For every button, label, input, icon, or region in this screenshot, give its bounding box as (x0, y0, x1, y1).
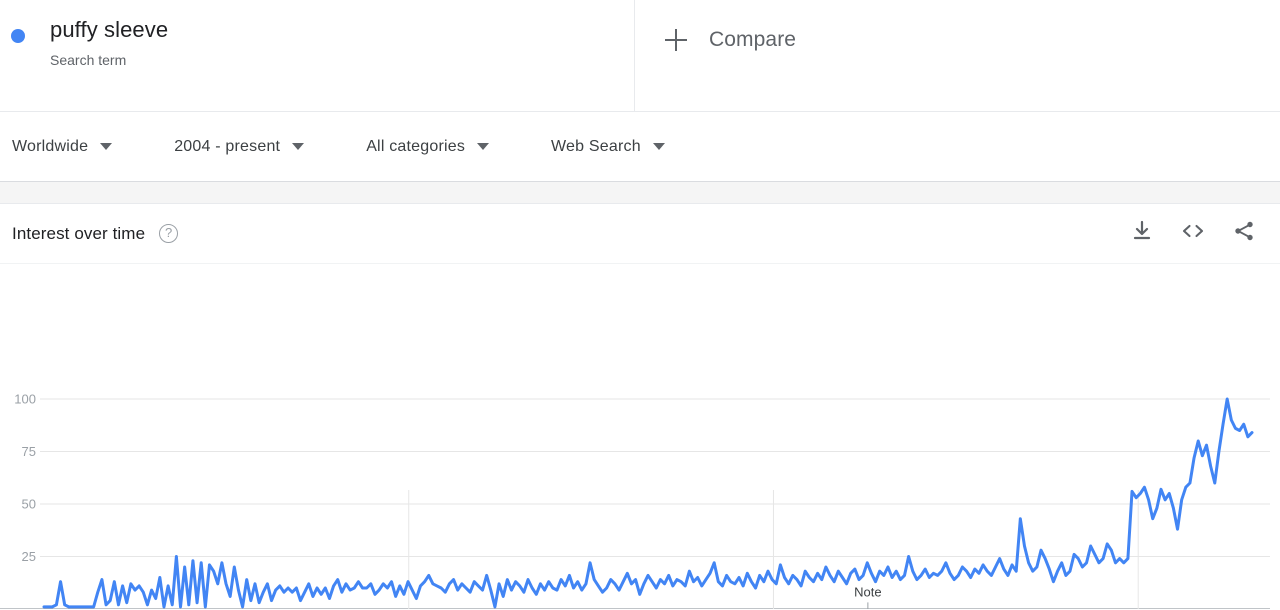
chevron-down-icon (100, 143, 113, 150)
chart-annotation-note[interactable]: Note (854, 584, 881, 599)
filter-label: Worldwide (12, 137, 89, 155)
chart-plot-area[interactable]: 255075100Jan 1, 2004Jun 1, 2009Nov 1, 20… (0, 264, 1280, 609)
interest-over-time-card: Interest over time ? 25 50 75 100 Note (0, 204, 1280, 609)
interest-line-chart[interactable]: 255075100Jan 1, 2004Jun 1, 2009Nov 1, 20… (0, 264, 1280, 609)
search-term-card[interactable]: puffy sleeve Search term (0, 0, 635, 111)
add-comparison-button[interactable]: Compare (665, 28, 796, 52)
chart-series-line[interactable] (42, 397, 1254, 609)
filter-label: 2004 - present (174, 137, 281, 155)
section-separator (0, 182, 1280, 204)
filter-bar: Worldwide 2004 - present All categories Web… (0, 112, 1280, 182)
share-icon[interactable] (1232, 219, 1256, 248)
chevron-down-icon (477, 143, 490, 150)
y-axis-tick-label: 75 (22, 444, 36, 459)
compare-label: Compare (709, 28, 797, 51)
search-term-title: puffy sleeve (50, 17, 169, 42)
chart-header: Interest over time ? (0, 204, 1280, 264)
search-term-bar: puffy sleeve Search term Compare (0, 0, 1280, 112)
download-icon[interactable] (1130, 219, 1154, 248)
page-title: Interest over time (12, 223, 146, 243)
series-color-dot (11, 29, 25, 43)
help-icon[interactable]: ? (159, 224, 179, 243)
filter-category[interactable]: All categories (366, 137, 490, 156)
filter-label: Web Search (551, 137, 641, 155)
y-axis-tick-label: 100 (14, 392, 36, 407)
filter-time-range[interactable]: 2004 - present (174, 137, 305, 156)
y-axis-tick-label: 25 (22, 549, 36, 564)
filter-location[interactable]: Worldwide (12, 137, 113, 156)
filter-label: All categories (366, 137, 466, 155)
plus-icon (665, 29, 687, 51)
chart-actions (1130, 219, 1256, 248)
chevron-down-icon (292, 143, 305, 150)
chevron-down-icon (652, 143, 665, 150)
embed-icon[interactable] (1180, 219, 1206, 248)
y-axis-tick-label: 50 (22, 497, 36, 512)
filter-search-type[interactable]: Web Search (551, 138, 665, 156)
compare-cell: Compare (635, 0, 1280, 111)
search-term-subtitle: Search term (50, 52, 127, 68)
